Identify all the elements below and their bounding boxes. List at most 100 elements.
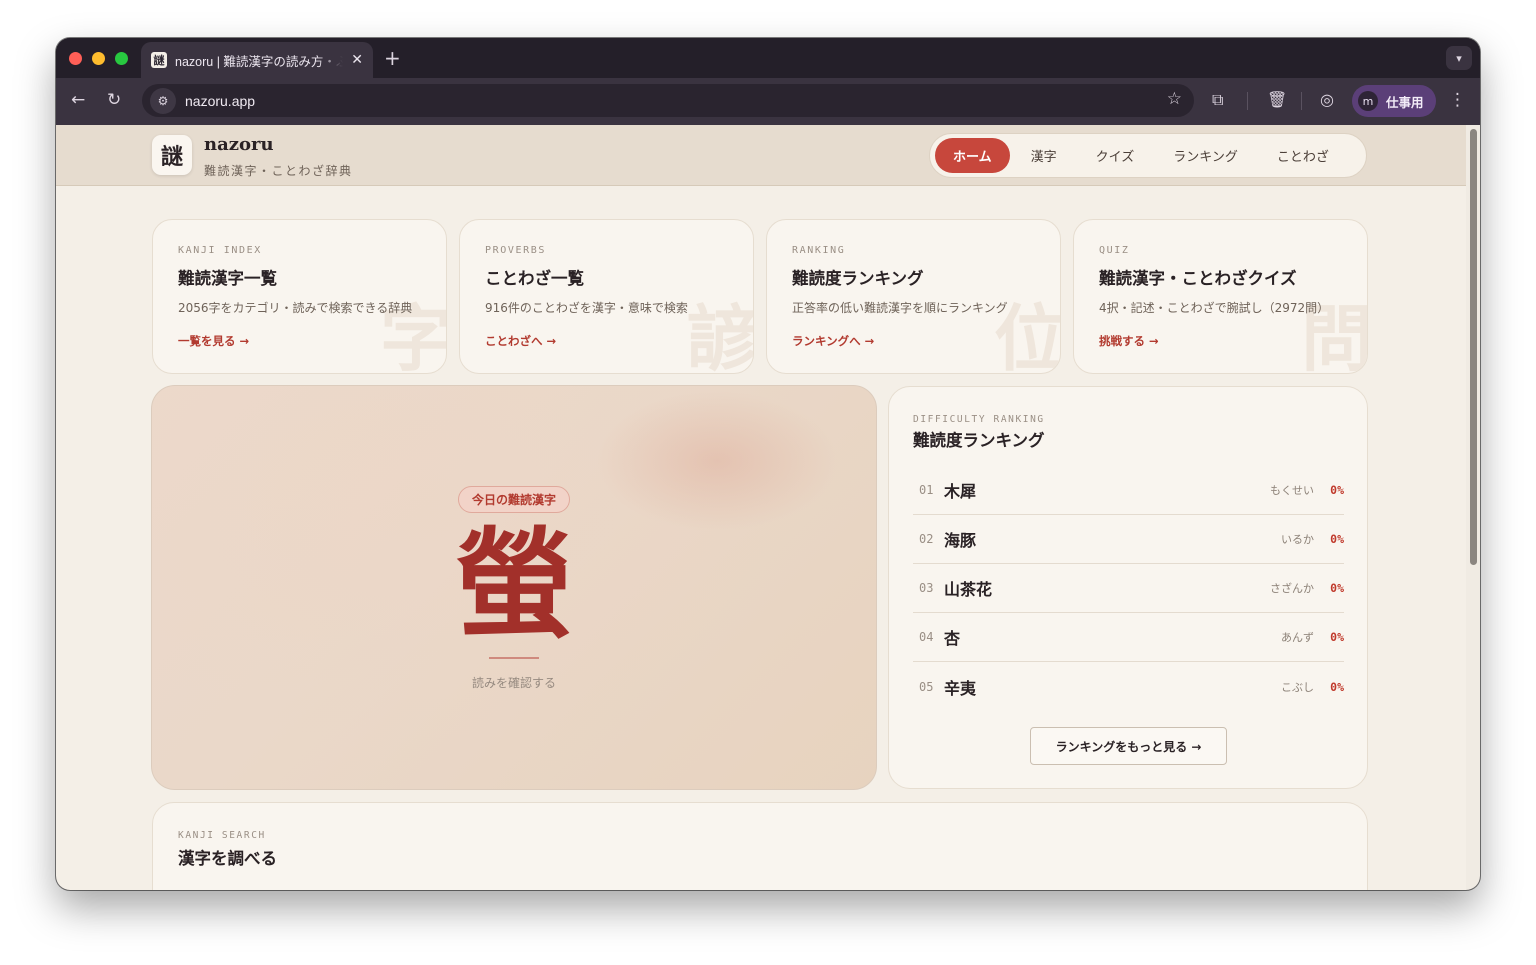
card-quiz[interactable]: 問 QUIZ 難読漢字・ことわざクイズ 4択・記述・ことわざで腕試し（2972問… xyxy=(1073,219,1368,374)
card-link[interactable]: 挑戦する → xyxy=(1099,333,1159,349)
search-title: 漢字を調べる xyxy=(178,849,277,868)
profile-name: 仕事用 xyxy=(1386,94,1424,110)
toolbar-divider xyxy=(1247,92,1248,110)
rank-number: 01 xyxy=(919,483,934,497)
browser-window: 謎 nazoru | 難読漢字の読み方・ふりがな辞典 ✕ + ▾ ← ↻ ⚙ n… xyxy=(56,38,1480,890)
ranking-list: 01 木犀 もくせい 0% 02 海豚 いるか 0% 03 山茶花 さざんか 0… xyxy=(913,466,1344,711)
card-link[interactable]: ことわざへ → xyxy=(485,333,556,349)
new-tab-button[interactable]: + xyxy=(384,46,401,70)
card-watermark: 位 xyxy=(993,296,1061,374)
url-text[interactable]: nazoru.app xyxy=(185,93,255,109)
card-kanji-index[interactable]: 字 KANJI INDEX 難読漢字一覧 2056字をカテゴリ・読みで検索できる… xyxy=(152,219,447,374)
ranking-row[interactable]: 03 山茶花 さざんか 0% xyxy=(913,564,1344,613)
card-title: 難読漢字・ことわざクイズ xyxy=(1099,269,1297,288)
ranking-row[interactable]: 05 辛夷 こぶし 0% xyxy=(913,662,1344,711)
tab-close-icon[interactable]: ✕ xyxy=(351,52,363,68)
card-description: 2056字をカテゴリ・読みで検索できる辞典 xyxy=(178,301,413,315)
ranking-panel: DIFFICULTY RANKING 難読度ランキング 01 木犀 もくせい 0… xyxy=(888,386,1368,789)
rank-number: 03 xyxy=(919,581,934,595)
tab-strip: 謎 nazoru | 難読漢字の読み方・ふりがな辞典 ✕ + ▾ xyxy=(56,38,1480,78)
brand-subtitle: 難読漢字・ことわざ辞典 xyxy=(204,164,353,178)
rank-accuracy: 0% xyxy=(1330,532,1344,546)
card-description: 4択・記述・ことわざで腕試し（2972問） xyxy=(1099,301,1330,315)
card-description: 正答率の低い難読漢字を順にランキング xyxy=(792,301,1008,315)
rank-reading: さざんか xyxy=(1270,582,1314,595)
browser-tab[interactable]: 謎 nazoru | 難読漢字の読み方・ふりがな辞典 ✕ xyxy=(141,42,373,78)
card-kicker: PROVERBS xyxy=(485,245,546,256)
card-watermark: 問 xyxy=(1300,296,1368,374)
card-kicker: KANJI INDEX xyxy=(178,245,262,256)
site-logo[interactable]: 謎 xyxy=(152,135,192,175)
rank-reading: いるか xyxy=(1281,533,1314,546)
ranking-row[interactable]: 01 木犀 もくせい 0% xyxy=(913,466,1344,515)
page-scrollbar[interactable] xyxy=(1466,125,1480,890)
card-link[interactable]: 一覧を見る → xyxy=(178,333,249,349)
rank-word: 山茶花 xyxy=(944,580,993,599)
rank-number: 02 xyxy=(919,532,934,546)
rank-reading: もくせい xyxy=(1270,484,1314,497)
reveal-reading-hint[interactable]: 読みを確認する xyxy=(152,674,876,691)
ranking-title: 難読度ランキング xyxy=(913,431,1045,450)
more-ranking-button[interactable]: ランキングをもっと見る → xyxy=(1030,727,1227,765)
brand-name[interactable]: nazoru xyxy=(204,134,274,155)
rank-number: 05 xyxy=(919,679,934,694)
card-title: 難読漢字一覧 xyxy=(178,269,277,288)
site-header: 謎 nazoru 難読漢字・ことわざ辞典 ホーム 漢字 クイズ ランキング こと… xyxy=(56,125,1466,186)
card-link[interactable]: ランキングへ → xyxy=(792,333,874,349)
toolbar-divider xyxy=(1301,92,1302,110)
card-kicker: RANKING xyxy=(792,245,846,256)
rank-accuracy: 0% xyxy=(1330,630,1344,644)
ranking-row[interactable]: 04 杏 あんず 0% xyxy=(913,613,1344,662)
tab-favicon-icon: 謎 xyxy=(151,52,167,68)
address-bar[interactable]: ⚙ nazoru.app ☆ xyxy=(142,84,1194,117)
profile-button[interactable]: m 仕事用 xyxy=(1352,85,1436,117)
rank-word: 海豚 xyxy=(944,531,977,550)
rank-word: 木犀 xyxy=(944,482,977,501)
search-kicker: KANJI SEARCH xyxy=(178,830,266,841)
rank-accuracy: 0% xyxy=(1330,581,1344,595)
kanji-search-section: KANJI SEARCH 漢字を調べる xyxy=(152,802,1368,890)
browser-toolbar: ← ↻ ⚙ nazoru.app ☆ ⧉ 🗑 ◎ m 仕事用 ⋮ xyxy=(56,78,1480,125)
site-info-icon[interactable]: ⚙ xyxy=(150,87,176,114)
card-title: ことわざ一覧 xyxy=(485,269,584,288)
hero-kanji[interactable]: 螢 xyxy=(152,520,876,650)
close-window-button[interactable] xyxy=(69,52,82,65)
maximize-window-button[interactable] xyxy=(115,52,128,65)
minimize-window-button[interactable] xyxy=(92,52,105,65)
nav-proverbs[interactable]: ことわざ xyxy=(1259,138,1347,173)
page-viewport: 謎 nazoru 難読漢字・ことわざ辞典 ホーム 漢字 クイズ ランキング こと… xyxy=(56,125,1466,890)
card-description: 916件のことわざを漢字・意味で検索 xyxy=(485,301,688,315)
rank-accuracy: 0% xyxy=(1330,679,1344,694)
ranking-kicker: DIFFICULTY RANKING xyxy=(913,414,1045,425)
reload-icon[interactable]: ↻ xyxy=(107,90,121,110)
avatar: m xyxy=(1358,91,1378,111)
browser-menu-icon[interactable]: ⋮ xyxy=(1449,90,1466,110)
nav-quiz[interactable]: クイズ xyxy=(1078,138,1153,173)
rank-word: 杏 xyxy=(944,629,961,648)
card-ranking[interactable]: 位 RANKING 難読度ランキング 正答率の低い難読漢字を順にランキング ラン… xyxy=(766,219,1061,374)
rank-reading: こぶし xyxy=(1281,680,1314,694)
card-title: 難読度ランキング xyxy=(792,269,924,288)
rank-word: 辛夷 xyxy=(944,678,977,698)
scrollbar-thumb[interactable] xyxy=(1470,129,1477,565)
main-nav: ホーム 漢字 クイズ ランキング ことわざ xyxy=(929,133,1367,178)
hero-badge: 今日の難読漢字 xyxy=(458,486,570,513)
card-proverbs[interactable]: 諺 PROVERBS ことわざ一覧 916件のことわざを漢字・意味で検索 ことわ… xyxy=(459,219,754,374)
rank-number: 04 xyxy=(919,630,934,644)
rank-accuracy: 0% xyxy=(1330,483,1344,497)
ranking-row[interactable]: 02 海豚 いるか 0% xyxy=(913,515,1344,564)
card-kicker: QUIZ xyxy=(1099,245,1130,256)
tab-search-chevron-icon[interactable]: ▾ xyxy=(1446,46,1472,70)
bookmark-star-icon[interactable]: ☆ xyxy=(1167,89,1182,109)
nav-ranking[interactable]: ランキング xyxy=(1155,138,1256,173)
card-watermark: 諺 xyxy=(686,296,754,374)
card-watermark: 字 xyxy=(379,296,447,374)
nav-home[interactable]: ホーム xyxy=(935,138,1010,173)
trash-icon[interactable]: 🗑 xyxy=(1267,90,1287,109)
kanji-of-the-day[interactable]: 今日の難読漢字 螢 読みを確認する xyxy=(151,385,877,790)
nav-kanji[interactable]: 漢字 xyxy=(1013,138,1075,173)
extensions-icon[interactable]: ⧉ xyxy=(1212,90,1223,110)
performance-icon[interactable]: ◎ xyxy=(1320,90,1334,109)
back-arrow-icon[interactable]: ← xyxy=(71,90,85,110)
hero-divider xyxy=(489,657,539,659)
